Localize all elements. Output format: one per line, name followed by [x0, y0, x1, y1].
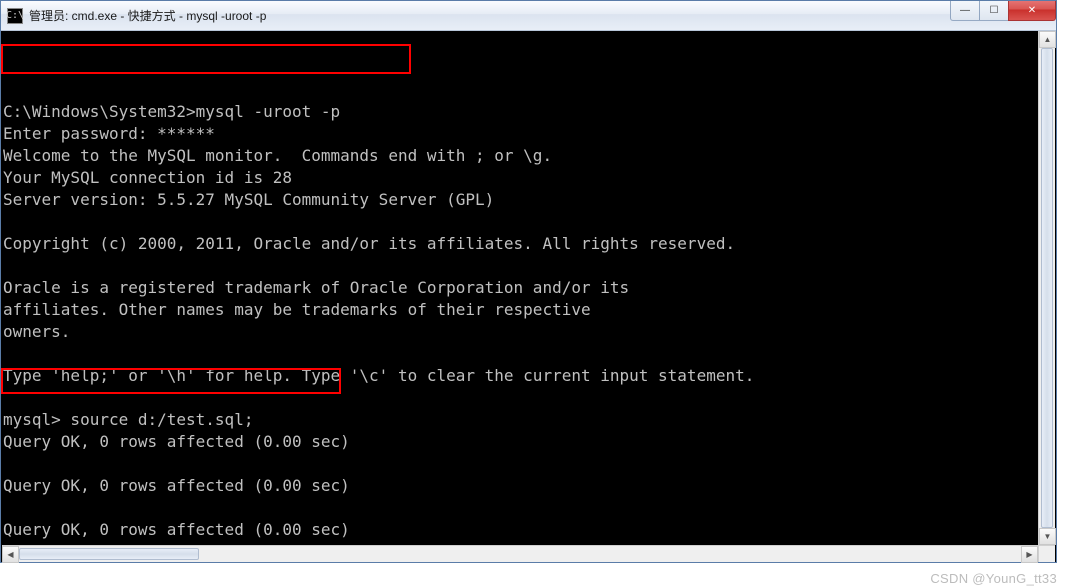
cmd-window: C:\ 管理员: cmd.exe - 快捷方式 - mysql -uroot -…: [0, 0, 1057, 563]
window-title: 管理员: cmd.exe - 快捷方式 - mysql -uroot -p: [29, 7, 1054, 24]
scroll-right-icon[interactable]: ▶: [1021, 546, 1038, 563]
watermark-text: CSDN @YounG_tt33: [930, 571, 1057, 586]
titlebar[interactable]: C:\ 管理员: cmd.exe - 快捷方式 - mysql -uroot -…: [1, 1, 1056, 31]
vertical-scrollbar[interactable]: ▲ ▼: [1038, 31, 1055, 545]
scroll-track-h[interactable]: [19, 546, 1021, 562]
scroll-left-icon[interactable]: ◀: [2, 546, 19, 563]
scroll-track-v[interactable]: [1039, 48, 1055, 528]
scroll-down-icon[interactable]: ▼: [1039, 528, 1056, 545]
close-button[interactable]: ✕: [1008, 1, 1056, 21]
scroll-thumb-v[interactable]: [1041, 48, 1053, 528]
maximize-button[interactable]: ☐: [979, 1, 1009, 21]
terminal-output[interactable]: C:\Windows\System32>mysql -uroot -p Ente…: [1, 31, 1056, 562]
scrollbar-corner: [1038, 545, 1055, 562]
scroll-thumb-h[interactable]: [19, 548, 199, 560]
minimize-button[interactable]: —: [950, 1, 980, 21]
cmd-icon: C:\: [7, 8, 23, 24]
scroll-up-icon[interactable]: ▲: [1039, 31, 1056, 48]
window-controls: — ☐ ✕: [951, 1, 1056, 21]
terminal-text: C:\Windows\System32>mysql -uroot -p Ente…: [3, 79, 1054, 562]
horizontal-scrollbar[interactable]: ◀ ▶: [2, 545, 1038, 562]
